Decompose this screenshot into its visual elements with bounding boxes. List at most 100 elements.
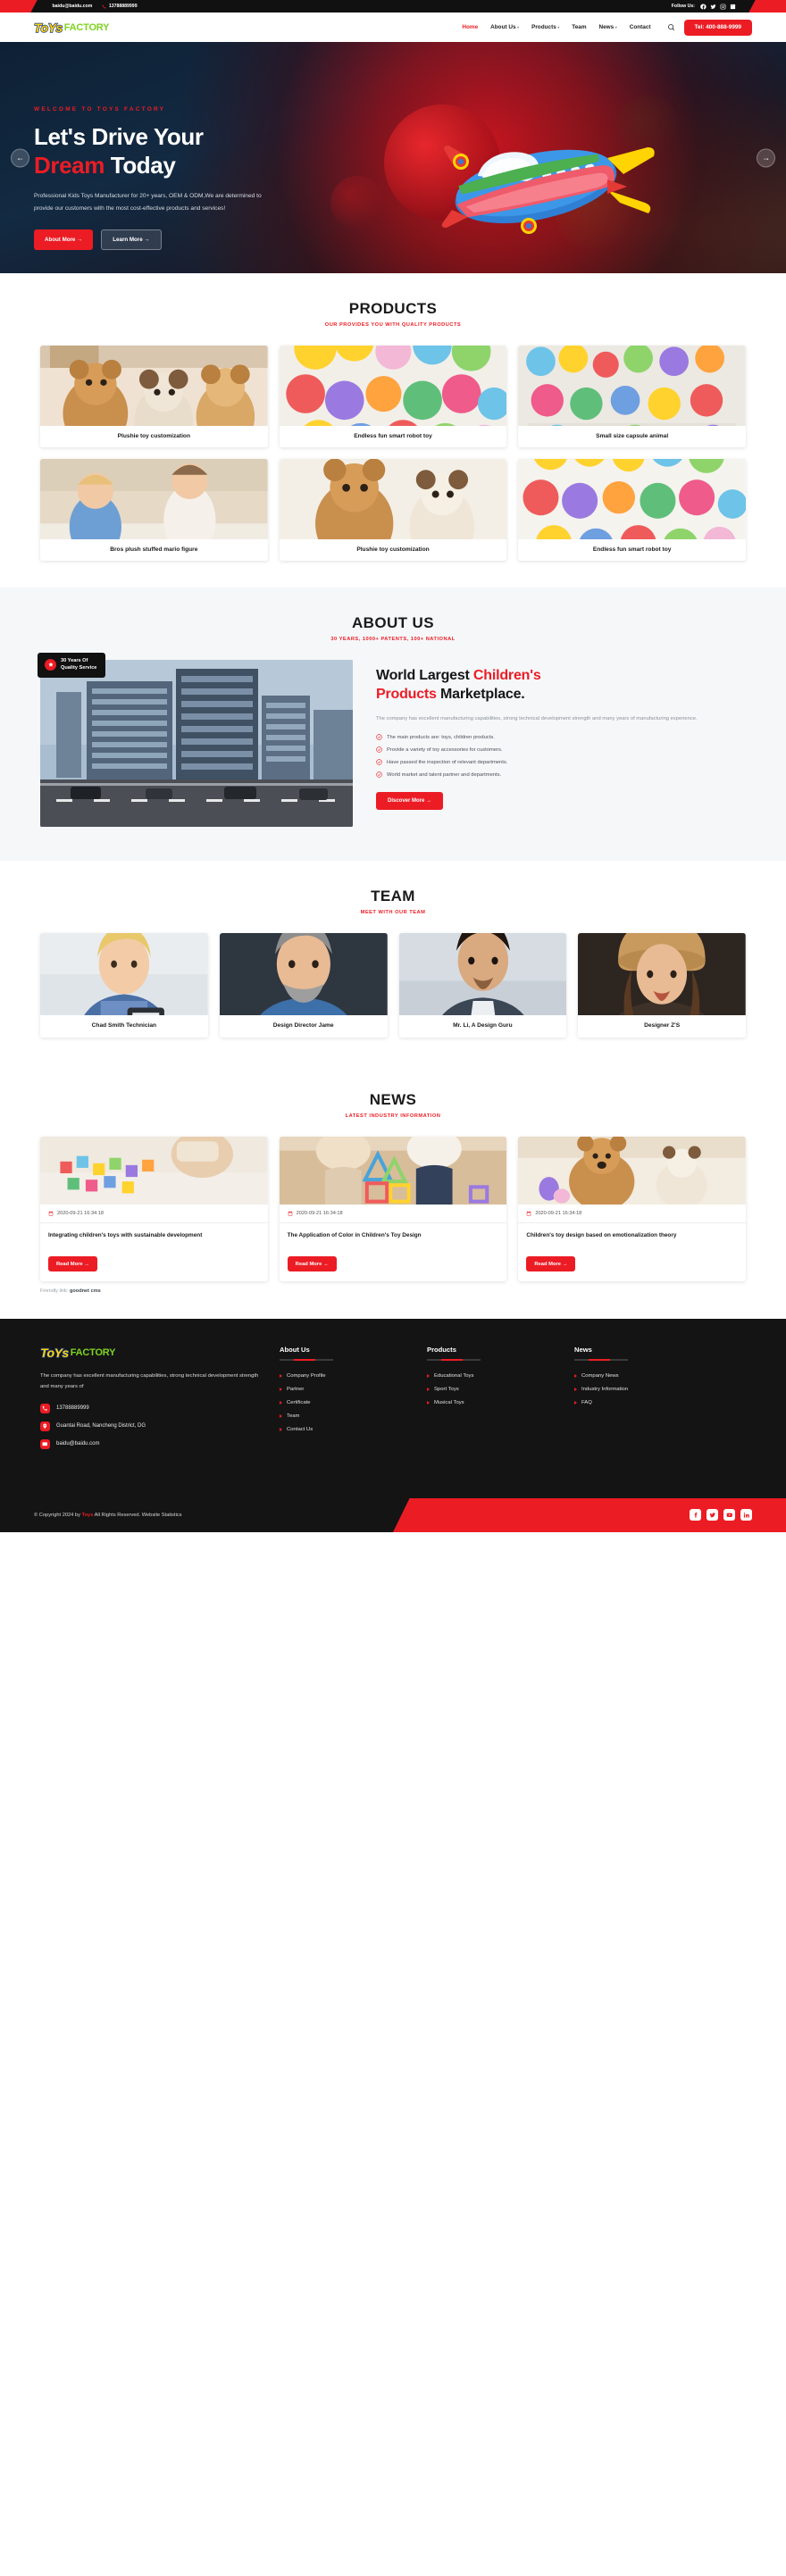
- triangle-right-icon: [280, 1401, 282, 1405]
- news-headline: Children's toy design based on emotional…: [526, 1232, 677, 1238]
- news-read-more-button[interactable]: Read More →: [48, 1256, 98, 1271]
- carousel-next-button[interactable]: →: [757, 148, 775, 167]
- follow-us-label: Follow Us:: [671, 4, 695, 9]
- product-card[interactable]: Plushie toy customization: [40, 346, 268, 447]
- footer-contact-list: 13788889999 Guantai Road, Nancheng Distr…: [40, 1403, 262, 1449]
- quality-seal-icon: [45, 659, 56, 671]
- twitter-icon[interactable]: [710, 4, 716, 10]
- badge-line-1: 30 Years Of: [61, 658, 88, 663]
- footer-link[interactable]: Sport Toys: [427, 1387, 556, 1392]
- news-image: [518, 1137, 746, 1205]
- about-building-image: [40, 660, 353, 827]
- copyright-bar: © Copyright 2024 by Toys All Rights Rese…: [0, 1497, 786, 1532]
- hero-eyebrow: WELCOME TO TOYS FACTORY: [34, 106, 166, 113]
- product-card[interactable]: Endless fun smart robot toy: [279, 346, 507, 447]
- footer-link[interactable]: Company News: [574, 1373, 704, 1379]
- nav-item-team[interactable]: Team: [572, 24, 586, 30]
- facebook-icon[interactable]: [690, 1509, 701, 1521]
- team-card[interactable]: Mr. Li, A Design Guru: [398, 933, 567, 1038]
- friendly-link-label: Friendly link:: [40, 1288, 69, 1294]
- quality-badge: 30 Years Of Quality Service: [38, 653, 106, 678]
- news-card[interactable]: 2020-09-21 16:34:18 The Application of C…: [279, 1137, 507, 1281]
- triangle-right-icon: [574, 1401, 577, 1405]
- team-section: TEAM MEET WITH OUR TEAM Chad Smith Techn…: [0, 861, 786, 1064]
- product-image: [279, 459, 507, 539]
- triangle-right-icon: [280, 1428, 282, 1431]
- footer-link[interactable]: Industry Information: [574, 1387, 704, 1392]
- nav-item-news[interactable]: News ▾: [599, 24, 617, 30]
- team-member-name: Designer Z'S: [644, 1022, 681, 1029]
- footer-link[interactable]: Team: [280, 1413, 409, 1419]
- footer-address[interactable]: Guantai Road, Nancheng District, DG: [40, 1421, 262, 1431]
- team-card[interactable]: Designer Z'S: [578, 933, 746, 1038]
- copyright-text: © Copyright 2024 by Toys All Rights Rese…: [34, 1512, 182, 1518]
- check-circle-icon: [376, 771, 382, 778]
- footer-email[interactable]: baidu@baidu.com: [40, 1438, 262, 1449]
- hero-learn-more-button[interactable]: Learn More →: [101, 229, 162, 250]
- about-bullet: The main products are: toys, children pr…: [376, 734, 746, 740]
- products-grid: Plushie toy customization Endless fun sm…: [40, 346, 746, 561]
- footer-phone[interactable]: 13788889999: [40, 1403, 262, 1413]
- products-section: PRODUCTS OUR PROVIDES YOU WITH QUALITY P…: [0, 273, 786, 588]
- footer-link[interactable]: Musical Toys: [427, 1400, 556, 1405]
- discover-more-button[interactable]: Discover More →: [376, 792, 444, 811]
- logo-factory-text: FACTORY: [63, 21, 110, 33]
- youtube-icon[interactable]: [723, 1509, 735, 1521]
- carousel-prev-button[interactable]: ←: [11, 148, 29, 167]
- calendar-icon: [288, 1211, 292, 1216]
- nav-menu: Home About Us ▾ Products ▾ Team News ▾ Cont…: [462, 24, 650, 30]
- tel-button[interactable]: Tel: 400-888-9999: [683, 19, 752, 36]
- footer-column-about-us: About Us Company Profile Partner Certifi…: [280, 1346, 409, 1457]
- news-title: NEWS: [369, 1091, 417, 1108]
- news-headline: Integrating children's toys with sustain…: [48, 1232, 203, 1238]
- nav-item-contact[interactable]: Contact: [630, 24, 651, 30]
- topbar-email-text: baidu@baidu.com: [52, 4, 93, 9]
- about-heading: World Largest Children's Products Market…: [376, 668, 541, 702]
- footer-column-products: Products Educational Toys Sport Toys Mus…: [427, 1346, 556, 1457]
- footer-column-heading: News: [574, 1346, 592, 1354]
- friendly-link-value[interactable]: goodnet cms: [70, 1288, 101, 1294]
- calendar-icon: [527, 1211, 531, 1216]
- facebook-icon[interactable]: [700, 4, 707, 10]
- twitter-icon[interactable]: [707, 1509, 718, 1521]
- site-logo[interactable]: ToYs FACTORY: [33, 20, 110, 35]
- topbar-email[interactable]: baidu@baidu.com: [50, 4, 93, 9]
- team-card[interactable]: Chad Smith Technician: [40, 933, 208, 1038]
- product-card[interactable]: Endless fun smart robot toy: [518, 459, 746, 561]
- nav-item-home[interactable]: Home: [462, 24, 478, 30]
- linkedin-icon[interactable]: [740, 1509, 752, 1521]
- product-caption: Endless fun smart robot toy: [354, 433, 432, 439]
- footer-link[interactable]: Certificate: [280, 1400, 409, 1405]
- footer-link[interactable]: Partner: [280, 1387, 409, 1392]
- news-card[interactable]: 2020-09-21 16:34:18 Children's toy desig…: [518, 1137, 746, 1281]
- footer-logo[interactable]: ToYs FACTORY: [39, 1345, 262, 1360]
- chevron-down-icon: ▾: [557, 25, 560, 29]
- footer-link[interactable]: FAQ: [574, 1400, 704, 1405]
- team-member-photo: [398, 933, 567, 1015]
- news-read-more-button[interactable]: Read More →: [287, 1256, 337, 1271]
- topbar-phone[interactable]: 13788889999: [102, 4, 138, 9]
- search-icon[interactable]: [667, 20, 675, 36]
- nav-item-about-us[interactable]: About Us ▾: [490, 24, 519, 30]
- product-card[interactable]: Small size capsule animal: [518, 346, 746, 447]
- footer-link[interactable]: Contact Us: [280, 1427, 409, 1432]
- team-card[interactable]: Design Director Jame: [219, 933, 388, 1038]
- news-subtitle: LATEST INDUSTRY INFORMATION: [345, 1113, 441, 1119]
- footer-link[interactable]: Company Profile: [280, 1373, 409, 1379]
- about-bullet-list: The main products are: toys, children pr…: [376, 734, 746, 778]
- news-date: 2020-09-21 16:34:18: [279, 1205, 507, 1223]
- footer-heading-rule: [427, 1359, 481, 1361]
- hero-about-more-button[interactable]: About More →: [34, 229, 94, 250]
- news-image: [279, 1137, 507, 1205]
- product-card[interactable]: Bros plush stuffed mario figure: [40, 459, 268, 561]
- instagram-icon[interactable]: [720, 4, 726, 10]
- linkedin-icon[interactable]: [730, 4, 736, 10]
- product-image: [279, 346, 507, 426]
- news-card[interactable]: 2020-09-21 16:34:18 Integrating children…: [40, 1137, 268, 1281]
- product-card[interactable]: Plushie toy customization: [279, 459, 507, 561]
- nav-item-products[interactable]: Products ▾: [531, 24, 559, 30]
- team-member-photo: [578, 933, 746, 1015]
- footer-logo-factory: FACTORY: [70, 1347, 116, 1358]
- footer-link[interactable]: Educational Toys: [427, 1373, 556, 1379]
- news-read-more-button[interactable]: Read More →: [526, 1256, 576, 1271]
